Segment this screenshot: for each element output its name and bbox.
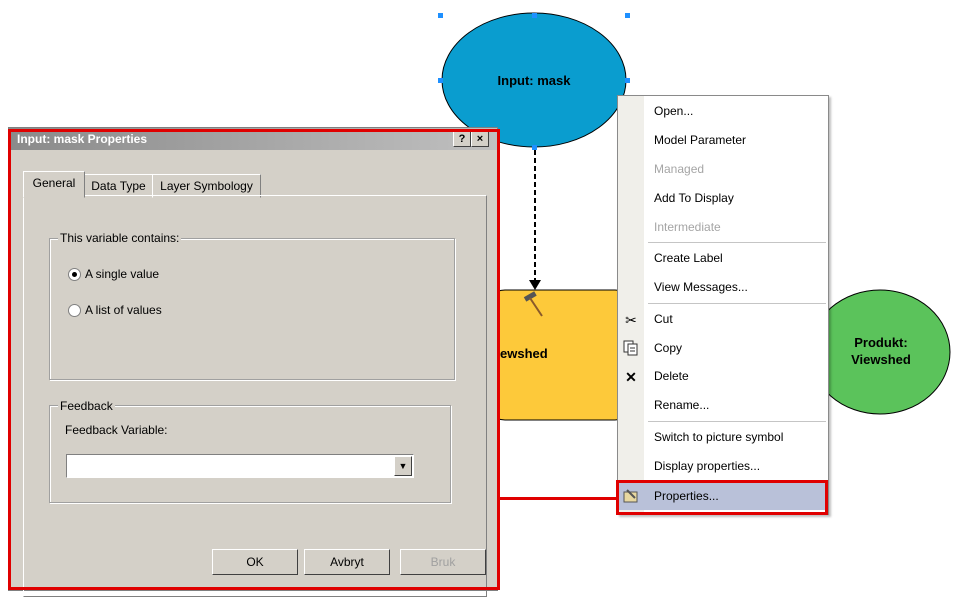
menu-item-label: Open... — [654, 104, 694, 118]
radio-single-value-label[interactable]: A single value — [85, 267, 159, 281]
menu-item-label: View Messages... — [654, 280, 748, 294]
menu-item-label: Switch to picture symbol — [654, 430, 784, 444]
menu-item-model-parameter[interactable]: Model Parameter — [618, 127, 828, 154]
menu-item-create-label[interactable]: Create Label — [618, 245, 828, 272]
menu-item-label: Model Parameter — [654, 133, 747, 147]
properties-icon — [622, 488, 640, 506]
properties-dialog: Input: mask Properties ? × General Data … — [8, 127, 498, 597]
output-node-label-line2: Viewshed — [851, 352, 911, 367]
feedback-variable-dropdown[interactable]: ▼ — [66, 454, 414, 478]
selection-handle[interactable] — [625, 78, 630, 83]
menu-separator — [648, 481, 826, 482]
feedback-group-title: Feedback — [58, 399, 115, 413]
selection-handle[interactable] — [438, 13, 443, 18]
menu-item-label: Cut — [654, 312, 673, 326]
help-button[interactable]: ? — [453, 131, 471, 147]
variable-contains-title: This variable contains: — [58, 231, 182, 245]
menu-item-properties[interactable]: Properties... — [618, 483, 828, 510]
context-menu: Open... Model Parameter Managed Add To D… — [617, 95, 829, 515]
dialog-titlebar[interactable]: Input: mask Properties ? × — [9, 128, 497, 150]
delete-x-icon: ✕ — [625, 369, 637, 385]
radio-list-of-values-label[interactable]: A list of values — [85, 303, 162, 317]
menu-item-copy[interactable]: Copy — [618, 335, 828, 362]
menu-item-view-messages[interactable]: View Messages... — [618, 274, 828, 301]
menu-item-label: Copy — [654, 341, 683, 355]
radio-single-value[interactable] — [68, 268, 81, 281]
cancel-button[interactable]: Avbryt — [304, 549, 390, 575]
dialog-title: Input: mask Properties — [17, 132, 148, 146]
apply-button: Bruk — [400, 549, 486, 575]
tool-node-label: Viewshed — [488, 346, 548, 361]
menu-item-open[interactable]: Open... — [618, 98, 828, 125]
menu-item-delete[interactable]: ✕ Delete — [618, 363, 828, 390]
input-node-label: Input: mask — [497, 73, 571, 88]
menu-item-label: Intermediate — [654, 220, 721, 234]
menu-item-rename[interactable]: Rename... — [618, 392, 828, 419]
highlight-connector — [496, 497, 618, 500]
menu-item-label: Rename... — [654, 398, 710, 412]
output-node-label-line1: Produkt: — [854, 335, 908, 350]
selection-handle[interactable] — [532, 145, 537, 150]
menu-item-switch-picture-symbol[interactable]: Switch to picture symbol — [618, 424, 828, 451]
dropdown-arrow-icon[interactable]: ▼ — [394, 456, 412, 476]
menu-separator — [648, 242, 826, 243]
copy-icon — [622, 340, 640, 358]
menu-item-label: Display properties... — [654, 459, 761, 473]
menu-item-label: Properties... — [654, 489, 719, 503]
connector-arrow — [529, 280, 541, 290]
radio-selected-dot — [72, 272, 77, 277]
feedback-variable-label: Feedback Variable: — [65, 423, 168, 437]
menu-item-add-to-display[interactable]: Add To Display — [618, 185, 828, 212]
scissors-icon: ✂ — [625, 312, 637, 328]
selection-handle[interactable] — [532, 13, 537, 18]
menu-item-label: Delete — [654, 369, 689, 383]
tab-general[interactable]: General — [23, 171, 85, 198]
menu-item-label: Create Label — [654, 251, 723, 265]
menu-item-label: Add To Display — [654, 191, 734, 205]
menu-item-intermediate: Intermediate — [618, 214, 828, 241]
menu-item-label: Managed — [654, 162, 705, 176]
close-button[interactable]: × — [471, 131, 489, 147]
menu-item-display-properties[interactable]: Display properties... — [618, 453, 828, 480]
ok-button[interactable]: OK — [212, 549, 298, 575]
selection-handle[interactable] — [625, 13, 630, 18]
selection-handle[interactable] — [438, 78, 443, 83]
radio-list-of-values[interactable] — [68, 304, 81, 317]
menu-item-cut[interactable]: ✂ Cut — [618, 306, 828, 333]
menu-item-managed: Managed — [618, 156, 828, 183]
menu-separator — [648, 303, 826, 304]
menu-separator — [648, 421, 826, 422]
